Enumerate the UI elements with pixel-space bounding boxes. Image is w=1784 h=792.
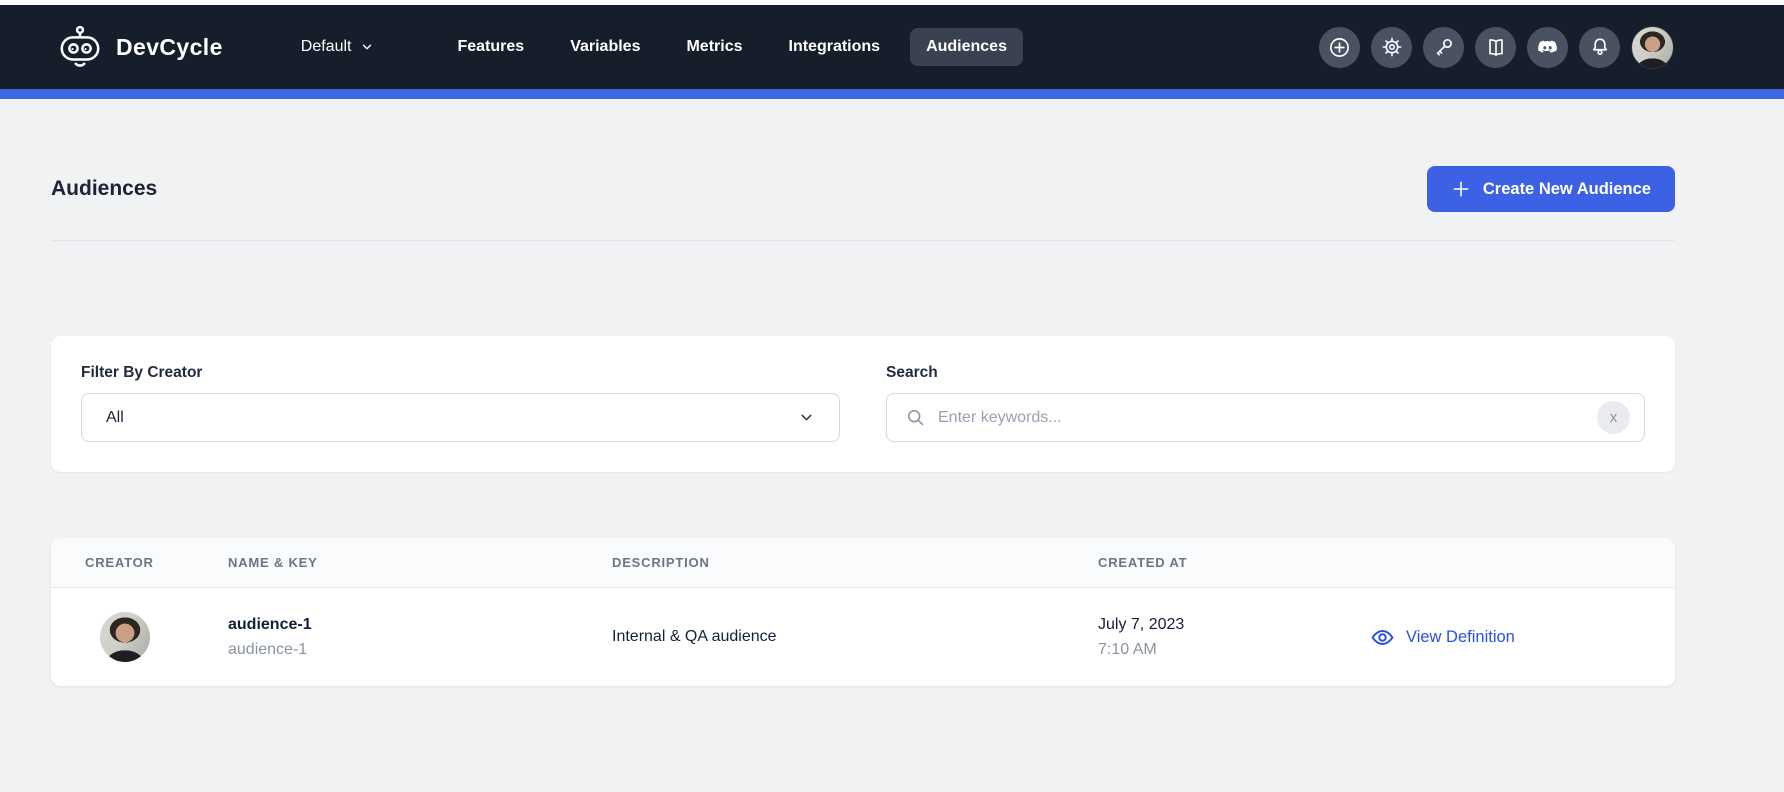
chevron-down-icon — [798, 409, 815, 426]
nav-item-metrics[interactable]: Metrics — [670, 28, 758, 66]
devcycle-robot-icon — [57, 24, 103, 70]
eye-icon — [1370, 625, 1395, 650]
plus-icon — [1451, 179, 1471, 199]
page-content: Audiences Create New Audience Filter By … — [0, 99, 1784, 792]
name-key-cell: audience-1 audience-1 — [228, 612, 612, 662]
created-date: July 7, 2023 — [1098, 612, 1370, 637]
create-new-button[interactable] — [1319, 27, 1360, 68]
create-new-audience-button[interactable]: Create New Audience — [1427, 166, 1675, 212]
project-dropdown-value: Default — [301, 38, 352, 56]
search-input[interactable] — [938, 409, 1597, 427]
accent-bar — [0, 89, 1784, 99]
notifications-button[interactable] — [1579, 27, 1620, 68]
user-avatar[interactable] — [1631, 26, 1674, 69]
navbar-actions — [1319, 26, 1674, 69]
settings-button[interactable] — [1371, 27, 1412, 68]
nav-item-features[interactable]: Features — [441, 28, 540, 66]
chevron-down-icon — [360, 40, 374, 54]
column-header-creator: Creator — [51, 555, 228, 570]
audiences-table: Creator Name & Key Description Created A… — [51, 538, 1675, 686]
search-label: Search — [886, 364, 1645, 382]
plus-circle-icon — [1328, 36, 1351, 59]
docs-button[interactable] — [1475, 27, 1516, 68]
bell-icon — [1589, 36, 1611, 58]
created-at-cell: July 7, 2023 7:10 AM — [1098, 612, 1370, 662]
key-icon — [1433, 36, 1455, 58]
audience-name: audience-1 — [228, 612, 612, 637]
column-header-name-key: Name & Key — [228, 555, 612, 570]
audience-key: audience-1 — [228, 637, 612, 662]
page-header: Audiences Create New Audience — [51, 99, 1675, 212]
clear-search-button[interactable]: x — [1597, 401, 1630, 434]
create-new-audience-label: Create New Audience — [1483, 180, 1651, 199]
creator-filter-label: Filter By Creator — [81, 364, 840, 382]
nav-item-variables[interactable]: Variables — [554, 28, 656, 66]
description-cell: Internal & QA audience — [612, 628, 1098, 646]
column-header-created-at: Created At — [1098, 555, 1370, 570]
api-keys-button[interactable] — [1423, 27, 1464, 68]
creator-filter-select[interactable]: All — [81, 393, 840, 442]
view-definition-label: View Definition — [1406, 628, 1515, 647]
brand-logo-group[interactable]: DevCycle — [57, 24, 223, 70]
discord-button[interactable] — [1527, 27, 1568, 68]
actions-cell: View Definition — [1370, 625, 1675, 650]
top-navbar: DevCycle Default Features Variables Metr… — [0, 5, 1784, 89]
table-row[interactable]: audience-1 audience-1 Internal & QA audi… — [51, 588, 1675, 686]
page-title: Audiences — [51, 177, 157, 201]
book-icon — [1485, 36, 1507, 58]
brand-wordmark: DevCycle — [116, 34, 223, 61]
discord-icon — [1536, 36, 1559, 59]
creator-filter-value: All — [106, 409, 124, 427]
column-header-description: Description — [612, 555, 1098, 570]
search-group: Search x — [886, 364, 1645, 442]
creator-cell — [51, 612, 228, 662]
creator-filter-group: Filter By Creator All — [81, 364, 840, 442]
view-definition-link[interactable]: View Definition — [1370, 625, 1675, 650]
created-time: 7:10 AM — [1098, 637, 1370, 662]
search-box: x — [886, 393, 1645, 442]
creator-avatar — [100, 612, 150, 662]
nav-links: Features Variables Metrics Integrations … — [434, 28, 1030, 66]
search-icon — [905, 407, 926, 428]
filter-card: Filter By Creator All Search x — [51, 336, 1675, 472]
nav-item-audiences[interactable]: Audiences — [910, 28, 1023, 66]
project-dropdown[interactable]: Default — [301, 38, 375, 56]
table-header-row: Creator Name & Key Description Created A… — [51, 538, 1675, 588]
nav-item-integrations[interactable]: Integrations — [773, 28, 897, 66]
header-divider — [51, 240, 1675, 241]
gear-icon — [1381, 36, 1403, 58]
